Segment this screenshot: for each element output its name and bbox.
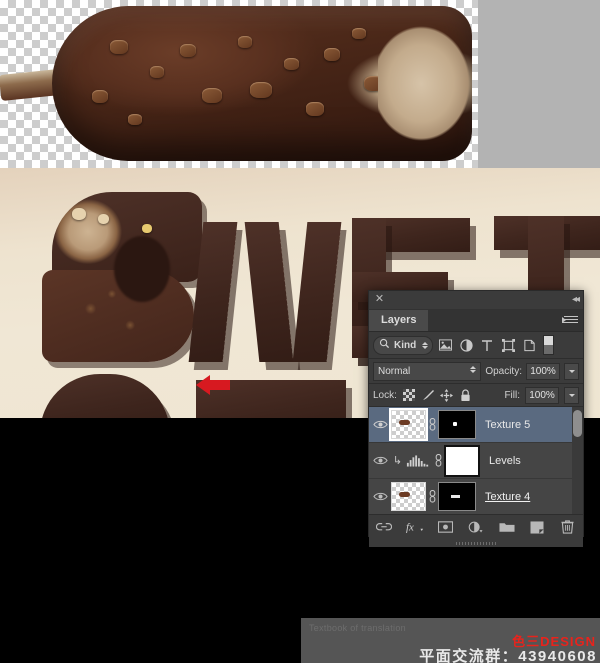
fill-dropdown-icon[interactable]	[564, 386, 579, 404]
new-layer-icon[interactable]	[527, 518, 547, 536]
layer-filter-row: Kind	[369, 332, 583, 359]
panel-resize-grip[interactable]	[369, 539, 583, 547]
tab-layers[interactable]: Layers	[369, 310, 429, 331]
layer-name[interactable]: Levels	[489, 455, 521, 467]
filter-kind-select[interactable]: Kind	[373, 335, 434, 355]
panel-titlebar: ✕ ◂◂	[369, 291, 583, 310]
watermark-qq-group: 平面交流群：43940608	[419, 648, 597, 663]
layer-mask-thumbnail[interactable]	[438, 410, 476, 439]
layers-list[interactable]: Texture 5 ↳ Levels Texture 4	[369, 407, 583, 514]
lock-label: Lock:	[373, 389, 397, 401]
layers-panel[interactable]: ✕ ◂◂ Layers Kind Normal Opacity: 100% Lo…	[368, 290, 584, 547]
watermark-faint-text: Textbook of translation	[309, 623, 406, 633]
clipping-mask-arrow-icon: ↳	[392, 455, 403, 467]
type-layer-icon[interactable]	[478, 336, 496, 354]
new-group-icon[interactable]	[497, 518, 517, 536]
filter-kind-label: Kind	[394, 339, 417, 351]
lock-image-icon[interactable]	[421, 388, 435, 402]
delete-layer-icon[interactable]	[558, 518, 578, 536]
fill-label: Fill:	[504, 389, 520, 401]
blend-mode-select[interactable]: Normal	[373, 361, 482, 381]
lock-position-icon[interactable]	[440, 388, 454, 402]
second-row-letter-1	[40, 374, 170, 418]
opacity-input[interactable]: 100%	[526, 362, 560, 380]
layer-visibility-eye-icon[interactable]	[369, 491, 391, 502]
table-row[interactable]: Texture 4	[369, 479, 583, 514]
layer-mask-thumbnail[interactable]	[438, 482, 476, 511]
chevron-updown-icon[interactable]	[422, 341, 429, 349]
red-arrow-annotation-icon	[196, 374, 230, 396]
layers-scrollbar[interactable]	[572, 407, 583, 514]
layer-thumbnail[interactable]	[391, 482, 426, 511]
chevron-updown-icon[interactable]	[470, 365, 477, 373]
panel-bottom-toolbar: fx	[369, 514, 583, 539]
layer-visibility-eye-icon[interactable]	[369, 419, 391, 430]
watermark-bar: Textbook of translation 色三DESIGN 平面交流群：4…	[301, 618, 600, 663]
layer-name[interactable]: Texture 4	[485, 491, 530, 503]
ice-cream-bar-image	[0, 0, 478, 168]
opacity-label: Opacity:	[485, 365, 522, 377]
adjustment-layer-icon[interactable]	[457, 336, 475, 354]
layers-scrollbar-thumb[interactable]	[573, 410, 582, 437]
layer-mask-thumbnail[interactable]	[444, 444, 480, 477]
opacity-dropdown-icon[interactable]	[564, 362, 579, 380]
svg-text:fx: fx	[406, 522, 414, 534]
table-row[interactable]: ↳ Levels	[369, 443, 583, 479]
blend-row: Normal Opacity: 100%	[369, 359, 583, 384]
close-icon[interactable]: ✕	[374, 294, 385, 305]
lock-row: Lock: Fill: 100%	[369, 384, 583, 407]
levels-adjustment-icon[interactable]	[404, 454, 432, 468]
lock-transparency-icon[interactable]	[402, 388, 416, 402]
link-mask-icon[interactable]	[426, 490, 438, 503]
link-layers-icon[interactable]	[374, 518, 394, 536]
link-mask-icon[interactable]	[432, 454, 444, 467]
shape-layer-icon[interactable]	[499, 336, 517, 354]
screenshot-root: "Texture 4" mask Textbook of translation…	[0, 0, 600, 663]
fill-input[interactable]: 100%	[525, 386, 559, 404]
new-adjustment-layer-icon[interactable]	[466, 518, 486, 536]
filter-toggle-switch[interactable]	[543, 335, 555, 355]
letter-w-stroke-3	[292, 222, 342, 362]
lock-all-icon[interactable]	[459, 388, 473, 402]
search-icon	[379, 338, 390, 352]
pixel-layer-icon[interactable]	[436, 336, 454, 354]
chocolate-letter-s	[42, 192, 202, 362]
layer-name[interactable]: Texture 5	[485, 419, 530, 431]
layer-style-fx-icon[interactable]: fx	[405, 518, 425, 536]
canvas-transparency-view	[0, 0, 600, 168]
chocolate-bar-body	[52, 6, 472, 161]
table-row[interactable]: Texture 5	[369, 407, 583, 443]
smart-object-icon[interactable]	[520, 336, 538, 354]
collapse-to-icons-icon[interactable]: ◂◂	[572, 295, 580, 305]
letter-w-stroke-2	[244, 222, 294, 362]
layer-thumbnail[interactable]	[389, 408, 428, 441]
layer-visibility-eye-icon[interactable]	[369, 455, 391, 466]
panel-menu-icon[interactable]	[562, 314, 578, 326]
add-layer-mask-icon[interactable]	[435, 518, 455, 536]
link-mask-icon[interactable]	[426, 418, 438, 431]
panel-tab-bar: Layers	[369, 310, 583, 332]
blend-mode-value: Normal	[378, 365, 411, 377]
